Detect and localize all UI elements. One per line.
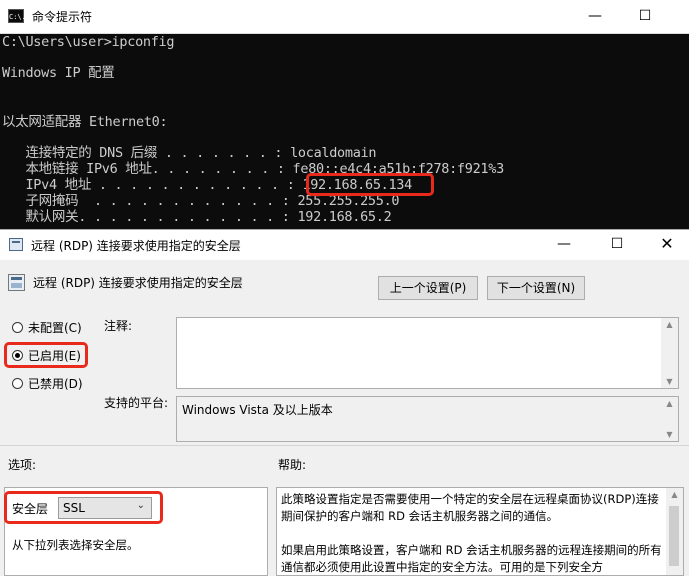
next-setting-button[interactable]: 下一个设置(N) (487, 276, 585, 300)
platform-label: 支持的平台: (104, 396, 169, 410)
comment-label: 注释: (104, 319, 133, 333)
radio-circle[interactable] (12, 378, 23, 389)
setting-name: 远程 (RDP) 连接要求使用指定的安全层 (33, 276, 243, 290)
console-line: 以太网适配器 Ethernet0: (2, 114, 168, 130)
platform-box: Windows Vista 及以上版本 ▲ ▼ (176, 396, 679, 442)
setting-icon (8, 274, 25, 291)
scroll-down-icon[interactable]: ▼ (661, 377, 678, 386)
options-hint: 从下拉列表选择安全层。 (12, 538, 139, 552)
help-panel: 此策略设置指定是否需要使用一个特定的安全层在远程桌面协议(RDP)连接期间保护的… (276, 487, 684, 576)
cmd-title: 命令提示符 (32, 10, 93, 24)
help-label: 帮助: (278, 458, 307, 472)
scroll-up-icon[interactable]: ▲ (661, 399, 678, 408)
cmd-title-bar[interactable]: C:\. 命令提示符 — ☐ (0, 0, 689, 34)
security-layer-highlight-box (4, 491, 163, 524)
radio-label: 已禁用(D) (28, 377, 83, 391)
previous-setting-button[interactable]: 上一个设置(P) (378, 276, 478, 300)
dialog-title: 远程 (RDP) 连接要求使用指定的安全层 (31, 239, 241, 253)
help-paragraph: 如果启用此策略设置，客户端和 RD 会话主机服务器的远程连接期间的所有通信都必须… (281, 543, 662, 574)
help-paragraph: 此策略设置指定是否需要使用一个特定的安全层在远程桌面协议(RDP)连接期间保护的… (281, 492, 659, 523)
maximize-icon[interactable]: ☐ (605, 234, 629, 254)
scroll-up-icon[interactable]: ▲ (666, 490, 683, 499)
console-icon: C:\. (8, 9, 26, 23)
options-label: 选项: (8, 458, 37, 472)
divider (0, 445, 689, 446)
command-prompt-window: C:\. 命令提示符 — ☐ C:\Users\user>ipconfig Wi… (0, 0, 689, 232)
minimize-icon[interactable]: — (552, 234, 576, 254)
scroll-thumb[interactable] (669, 506, 679, 566)
close-icon[interactable]: ✕ (655, 234, 679, 254)
radio-label: 未配置(C) (28, 321, 82, 335)
console-line: 默认网关. . . . . . . . . . . . . : 192.168.… (2, 209, 392, 225)
enabled-highlight-box (4, 342, 88, 368)
console-output[interactable]: C:\Users\user>ipconfig Windows IP 配置 以太网… (0, 33, 689, 232)
console-line: C:\Users\user>ipconfig (2, 34, 175, 50)
scroll-up-icon[interactable]: ▲ (661, 320, 678, 329)
policy-dialog: 远程 (RDP) 连接要求使用指定的安全层 — ☐ ✕ 远程 (RDP) 连接要… (0, 229, 689, 576)
scroll-down-icon[interactable]: ▼ (661, 430, 678, 439)
ipv4-highlight-box (306, 173, 434, 196)
console-line: Windows IP 配置 (2, 65, 115, 81)
maximize-icon[interactable]: ☐ (633, 6, 657, 26)
scrollbar[interactable]: ▲ ▼ (661, 397, 678, 441)
policy-icon (9, 238, 23, 251)
radio-circle[interactable] (12, 322, 23, 333)
scrollbar[interactable]: ▲ ▼ (661, 318, 678, 388)
console-line: 连接特定的 DNS 后缀 . . . . . . . : localdomain (2, 145, 377, 161)
comment-textarea[interactable]: ▲ ▼ (176, 317, 679, 389)
platform-value: Windows Vista 及以上版本 (182, 403, 333, 417)
scrollbar[interactable]: ▲ (666, 488, 683, 575)
dialog-title-bar[interactable]: 远程 (RDP) 连接要求使用指定的安全层 — ☐ ✕ (0, 230, 689, 260)
minimize-icon[interactable]: — (583, 6, 607, 26)
